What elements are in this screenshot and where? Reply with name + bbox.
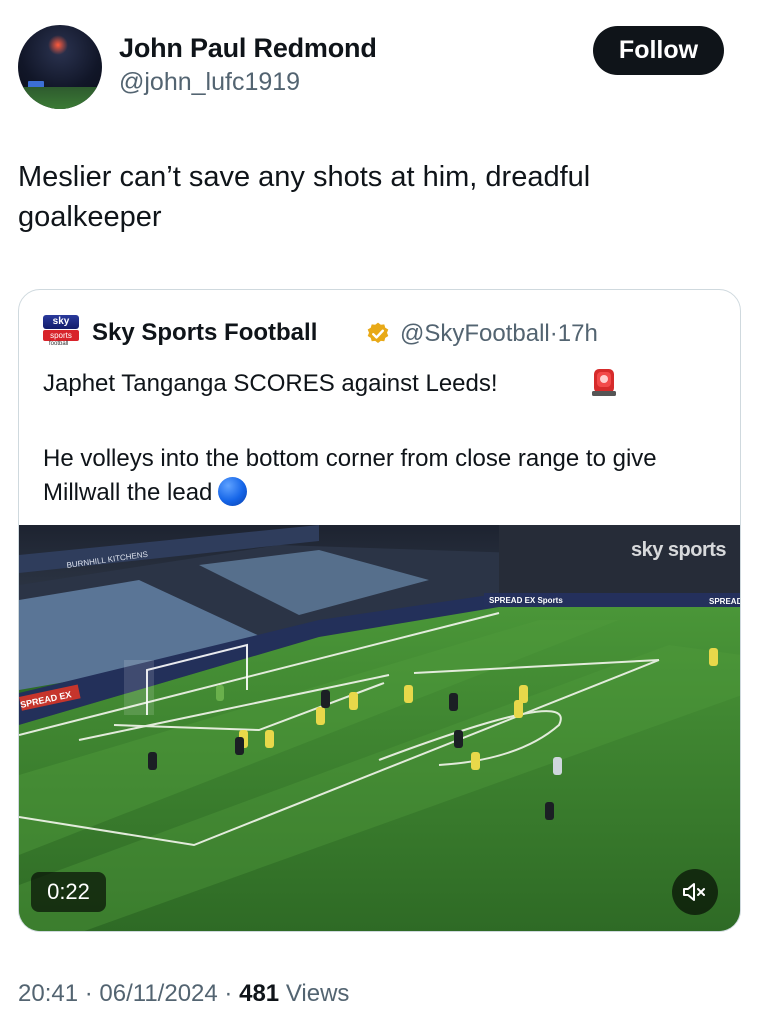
quoted-tweet-card[interactable]: sky sports football Sky Sports Football … [18, 289, 741, 932]
quoted-author-name[interactable]: Sky Sports Football [92, 319, 317, 347]
quoted-avatar[interactable]: sky sports football [41, 314, 85, 348]
board-text-spread-right: SPREAD [709, 597, 741, 606]
video-frame: BURNHILL KITCHENS SPREAD EX SPREAD EX Sp… [19, 525, 741, 931]
tweet-text: Meslier can’t save any shots at him, dre… [18, 161, 591, 233]
follow-button[interactable]: Follow [593, 26, 724, 75]
sky-sports-watermark: sky sports [631, 539, 727, 561]
siren-emoji-icon [592, 369, 616, 396]
mute-button[interactable] [672, 869, 718, 915]
views-label: Views [285, 980, 350, 1007]
tweet-meta: 20:41 · 06/11/2024 · 481 Views [18, 980, 349, 1008]
sky-logo-text: sky [43, 315, 79, 329]
author-name[interactable]: John Paul Redmond [119, 33, 377, 64]
views-count: 481 [239, 980, 280, 1007]
verified-badge-icon [367, 322, 389, 343]
quoted-text-line2: He volleys into the bottom corner from c… [43, 442, 723, 510]
board-text-spread-sports: SPREAD EX Sports [489, 596, 563, 605]
video-duration: 0:22 [31, 872, 106, 912]
avatar-pitch [18, 87, 102, 109]
separator: · [549, 320, 558, 347]
quoted-time: 17h [557, 320, 598, 347]
avatar[interactable] [18, 25, 102, 109]
video-player[interactable]: BURNHILL KITCHENS SPREAD EX SPREAD EX Sp… [19, 525, 741, 931]
tweet-date[interactable]: 06/11/2024 [99, 980, 217, 1007]
meta-separator: · [84, 980, 93, 1007]
quoted-handle: @SkyFootball [400, 320, 550, 347]
author-handle[interactable]: @john_lufc1919 [119, 68, 300, 97]
mute-icon [683, 883, 705, 901]
tweet-time[interactable]: 20:41 [18, 980, 78, 1007]
avatar-firework [48, 35, 68, 55]
quoted-text-body: He volleys into the bottom corner from c… [43, 445, 657, 506]
quoted-text-line1: Japhet Tanganga SCORES against Leeds! [43, 370, 498, 397]
sports-logo-text: sports [43, 330, 79, 341]
blue-circle-emoji-icon [218, 477, 248, 506]
football-logo-text: football [49, 341, 69, 347]
quoted-handle-time[interactable]: @SkyFootball·17h [400, 320, 598, 348]
meta-separator: · [224, 980, 233, 1007]
